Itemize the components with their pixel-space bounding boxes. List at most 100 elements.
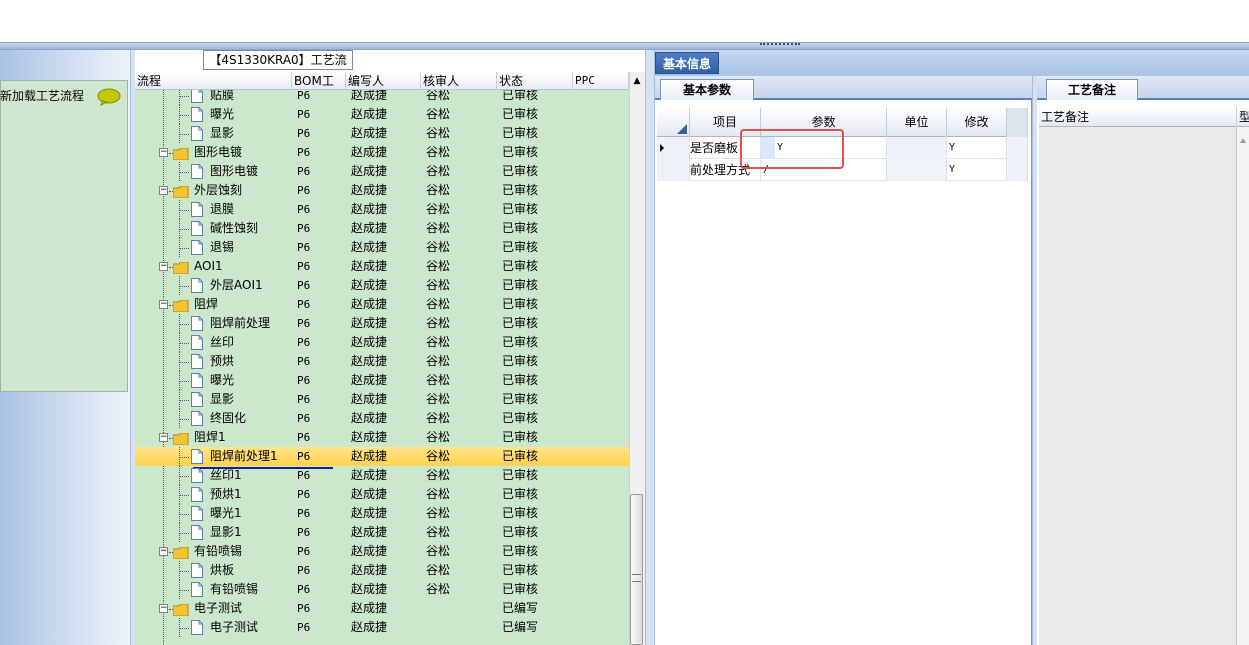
notes-scrollbar[interactable] — [1237, 127, 1249, 645]
tree-row[interactable]: 有铅喷锡 P6 赵成捷 谷松 已审核 — [135, 580, 629, 599]
tree-row[interactable]: 阻焊前处理 P6 赵成捷 谷松 已审核 — [135, 314, 629, 333]
notes-text-area[interactable] — [1039, 127, 1237, 645]
scroll-up-arrow-icon[interactable]: ▲ — [629, 72, 645, 90]
tree-row[interactable]: 曝光 P6 赵成捷 谷松 已审核 — [135, 371, 629, 390]
tree-row[interactable]: − 电子测试 P6 赵成捷 已编写 — [135, 599, 629, 618]
tree-row[interactable]: − 图形电镀 P6 赵成捷 谷松 已审核 — [135, 143, 629, 162]
tree-connector-line — [179, 229, 189, 230]
tree-row[interactable]: 退膜 P6 赵成捷 谷松 已审核 — [135, 200, 629, 219]
column-header-flow[interactable]: 流程 — [135, 72, 292, 90]
row-indicator — [657, 159, 690, 181]
bom-cell: P6 — [297, 507, 311, 520]
tree-row[interactable]: − 有铅喷锡 P6 赵成捷 谷松 已审核 — [135, 542, 629, 561]
tree-connector-line — [179, 248, 189, 249]
status-cell: 已审核 — [502, 430, 539, 444]
status-cell: 已审核 — [502, 183, 539, 197]
tree-row[interactable]: 显影 P6 赵成捷 谷松 已审核 — [135, 124, 629, 143]
column-header-notes[interactable]: 工艺备注 — [1039, 107, 1237, 127]
tree-node-label: 图形电镀 — [210, 164, 259, 178]
collapse-toggle-icon[interactable]: − — [159, 300, 168, 309]
middle-splitter[interactable] — [645, 50, 655, 645]
info-tabbar — [655, 50, 1249, 76]
tree-row[interactable]: 碱性蚀刻 P6 赵成捷 谷松 已审核 — [135, 219, 629, 238]
column-header-bom[interactable]: BOM工厂 — [292, 72, 346, 106]
tree-row[interactable]: 丝印1 P6 赵成捷 谷松 已审核 — [135, 466, 629, 485]
tree-row[interactable]: 烘板 P6 赵成捷 谷松 已审核 — [135, 561, 629, 580]
writer-cell: 赵成捷 — [351, 601, 388, 615]
column-header-type[interactable]: 型 — [1237, 107, 1249, 127]
reviewer-cell: 谷松 — [426, 335, 451, 349]
reviewer-cell: 谷松 — [426, 240, 451, 254]
writer-cell: 赵成捷 — [351, 259, 388, 273]
status-cell: 已审核 — [502, 221, 539, 235]
bom-cell: P6 — [297, 279, 311, 292]
reviewer-cell: 谷松 — [426, 90, 451, 102]
tree-row[interactable]: − 阻焊1 P6 赵成捷 谷松 已审核 — [135, 428, 629, 447]
tree-row[interactable]: 电子测试 P6 赵成捷 已编写 — [135, 618, 629, 637]
bom-cell: P6 — [297, 526, 311, 539]
collapse-toggle-icon[interactable]: − — [159, 262, 168, 271]
tree-row[interactable]: 丝印 P6 赵成捷 谷松 已审核 — [135, 333, 629, 352]
reviewer-cell: 谷松 — [426, 259, 451, 273]
tree-row[interactable]: − AOI1 P6 赵成捷 谷松 已审核 — [135, 257, 629, 276]
tree-row[interactable]: 贴膜 P6 赵成捷 谷松 已审核 — [135, 90, 629, 105]
tree-row[interactable]: 显影 P6 赵成捷 谷松 已审核 — [135, 390, 629, 409]
tree-row[interactable]: 图形电镀 P6 赵成捷 谷松 已审核 — [135, 162, 629, 181]
tree-row[interactable]: 显影1 P6 赵成捷 谷松 已审核 — [135, 523, 629, 542]
tree-row[interactable]: 退锡 P6 赵成捷 谷松 已审核 — [135, 238, 629, 257]
writer-cell: 赵成捷 — [351, 278, 388, 292]
tree-row-selected[interactable]: 阻焊前处理1 P6 赵成捷 谷松 已审核 — [135, 447, 629, 469]
param-modify-cell[interactable]: Y — [947, 159, 1007, 181]
tree-row[interactable]: 预烘 P6 赵成捷 谷松 已审核 — [135, 352, 629, 371]
tree-row[interactable]: 终固化 P6 赵成捷 谷松 已审核 — [135, 409, 629, 428]
reviewer-cell: 谷松 — [426, 126, 451, 140]
tree-row[interactable]: 预烘1 P6 赵成捷 谷松 已审核 — [135, 485, 629, 504]
splitter-grip-icon[interactable] — [760, 43, 800, 48]
collapse-toggle-icon[interactable]: − — [159, 148, 168, 157]
tree-row[interactable]: − 阻焊 P6 赵成捷 谷松 已审核 — [135, 295, 629, 314]
column-header-writer[interactable]: 编写人 — [346, 72, 421, 90]
tree-connector-line — [179, 343, 189, 344]
tree-row[interactable]: 曝光1 P6 赵成捷 谷松 已审核 — [135, 504, 629, 523]
tree-scroll-thumb[interactable] — [630, 494, 643, 645]
row-header-corner — [657, 108, 690, 137]
tab-basic-info[interactable]: 基本信息 — [655, 52, 719, 74]
process-tree-body: 贴膜 P6 赵成捷 谷松 已审核 曝光 P6 赵成捷 谷松 已审核 显影 P6 赵成捷 谷松 已审核 − 图形电… — [135, 90, 629, 645]
tab-process-notes[interactable]: 工艺备注 — [1046, 79, 1138, 100]
param-unit-cell[interactable] — [887, 159, 947, 181]
tree-row[interactable]: 外层AOI1 P6 赵成捷 谷松 已审核 — [135, 276, 629, 295]
column-header-unit[interactable]: 单位 — [887, 108, 947, 137]
column-header-status[interactable]: 状态 — [497, 72, 573, 90]
annotation-highlight-box — [740, 129, 844, 169]
writer-cell: 赵成捷 — [351, 468, 388, 482]
status-cell: 已审核 — [502, 202, 539, 216]
status-cell: 已审核 — [502, 240, 539, 254]
tree-row[interactable]: − 外层蚀刻 P6 赵成捷 谷松 已审核 — [135, 181, 629, 200]
column-header-ppc[interactable]: PPC — [573, 72, 629, 90]
tab-basic-params[interactable]: 基本参数 — [660, 79, 754, 100]
collapse-toggle-icon[interactable]: − — [159, 547, 168, 556]
collapse-toggle-icon[interactable]: − — [159, 433, 168, 442]
param-modify-cell[interactable]: Y — [947, 137, 1007, 159]
notes-header: 工艺备注 型 — [1039, 107, 1249, 127]
writer-cell: 赵成捷 — [351, 411, 388, 425]
tree-connector-line — [179, 90, 180, 105]
param-unit-cell[interactable] — [887, 137, 947, 159]
tree-node-label: 外层蚀刻 — [194, 183, 243, 197]
tree-node-label: 烘板 — [210, 563, 235, 577]
reviewer-cell: 谷松 — [426, 563, 451, 577]
tree-caption: 【4S1330KRA0】工艺流程 — [203, 50, 353, 85]
collapse-toggle-icon[interactable]: − — [159, 186, 168, 195]
writer-cell: 赵成捷 — [351, 164, 388, 178]
tree-connector-line — [179, 172, 189, 173]
top-splitter-bar[interactable] — [0, 42, 1249, 50]
collapse-toggle-icon[interactable]: − — [159, 604, 168, 613]
tree-row[interactable]: 曝光 P6 赵成捷 谷松 已审核 — [135, 105, 629, 124]
tree-node-label: 阻焊 — [194, 297, 219, 311]
speech-bubble-icon[interactable] — [97, 88, 121, 107]
document-icon — [191, 90, 203, 103]
column-header-reviewer[interactable]: 核审人 — [421, 72, 497, 90]
reviewer-cell: 谷松 — [426, 297, 451, 311]
reviewer-cell: 谷松 — [426, 392, 451, 406]
column-header-modify[interactable]: 修改 — [947, 108, 1007, 137]
